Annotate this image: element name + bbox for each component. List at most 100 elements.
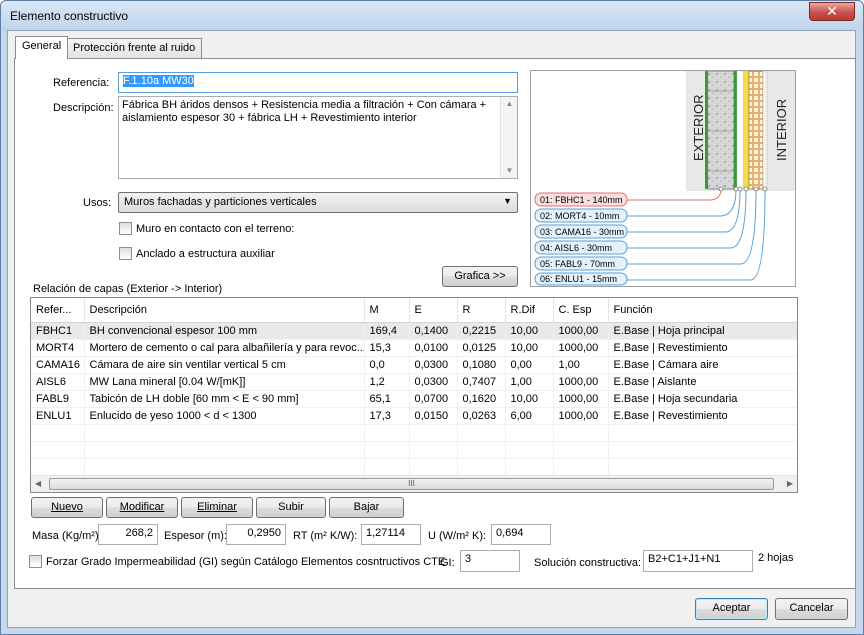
referencia-input[interactable]: F.1.10a MW30	[118, 72, 518, 93]
scroll-grip: III	[408, 479, 415, 488]
cell-funcion: E.Base | Aislante	[608, 373, 797, 391]
tab-general[interactable]: General	[15, 36, 69, 59]
cell-rdif: 6,00	[505, 407, 554, 425]
eliminar-button[interactable]: Eliminar	[181, 497, 253, 518]
descripcion-scrollbar[interactable]: ▲ ▼	[500, 97, 517, 178]
aceptar-button[interactable]: Aceptar	[695, 598, 768, 620]
cell-funcion: E.Base | Hoja secundaria	[608, 390, 797, 408]
table-row[interactable]: MORT4 Mortero de cemento o cal para albañ…	[31, 339, 797, 357]
col-header-e[interactable]: E	[409, 298, 458, 323]
cell-e: 0,0300	[409, 373, 458, 391]
referencia-value: F.1.10a MW30	[123, 75, 194, 87]
table-row[interactable]: ENLU1 Enlucido de yeso 1000 < d < 1300 17,…	[31, 407, 797, 425]
cell-cesp: 1000,00	[553, 339, 609, 357]
cell-r: 0,1080	[457, 356, 506, 374]
layer-enlu1	[762, 70, 768, 190]
col-header-m[interactable]: M	[364, 298, 410, 323]
modificar-button[interactable]: Modificar	[106, 497, 178, 518]
layer-label-6: 06: ENLU1 - 15mm	[540, 274, 617, 284]
forzar-gi-checkbox[interactable]	[29, 555, 42, 568]
scroll-down-icon[interactable]: ▼	[501, 164, 518, 178]
u-field[interactable]: 0,694	[491, 524, 551, 545]
cell-e: 0,0300	[409, 356, 458, 374]
cell-m: 65,1	[364, 390, 410, 408]
close-button[interactable]: ✕	[809, 2, 855, 21]
title-bar[interactable]: Elemento constructivo ✕	[1, 1, 863, 31]
table-row[interactable]: AISL6 MW Lana mineral [0.04 W/[mK]] 1,2 0,0…	[31, 373, 797, 391]
bajar-button[interactable]: Bajar	[329, 497, 404, 518]
col-header-cesp[interactable]: C. Esp	[553, 298, 609, 323]
cell-ref: AISL6	[31, 373, 85, 391]
rt-field[interactable]: 1,27114	[361, 524, 421, 545]
solucion-field[interactable]: B2+C1+J1+N1	[643, 550, 753, 572]
table-row[interactable]: CAMA16 Cámara de aire sin ventilar vertic…	[31, 356, 797, 374]
cell-descripcion: BH convencional espesor 100 mm	[84, 322, 365, 340]
usos-value: Muros fachadas y particiones verticales	[124, 196, 317, 208]
cell-e: 0,0100	[409, 339, 458, 357]
cell-funcion: E.Base | Cámara aire	[608, 356, 797, 374]
subir-button[interactable]: Subir	[256, 497, 326, 518]
scroll-left-icon[interactable]: ◀	[35, 479, 41, 488]
tab-proteccion-ruido[interactable]: Protección frente al ruido	[66, 38, 203, 58]
cell-descripcion: MW Lana mineral [0.04 W/[mK]]	[84, 373, 365, 391]
cell-rdif: 1,00	[505, 373, 554, 391]
usos-select[interactable]: Muros fachadas y particiones verticales …	[118, 192, 518, 213]
exterior-label: EXTERIOR	[691, 95, 706, 161]
cell-m: 169,4	[364, 322, 410, 340]
table-row[interactable]: FABL9 Tabicón de LH doble [60 mm < E < 90…	[31, 390, 797, 408]
descripcion-value: Fábrica BH áridos densos + Resistencia m…	[122, 99, 487, 124]
col-header-descripcion[interactable]: Descripción	[84, 298, 365, 323]
cell-funcion: E.Base | Revestimiento	[608, 339, 797, 357]
masa-field[interactable]: 268,2	[98, 524, 158, 545]
col-header-ref[interactable]: Refer...	[31, 298, 85, 323]
gi-label: GI:	[440, 557, 455, 569]
wall-section-diagram: EXTERIOR INTERIOR 01: FBHC1 - 140mm 02: …	[530, 70, 796, 287]
cell-m: 0,0	[364, 356, 410, 374]
table-row-empty	[31, 424, 797, 442]
terreno-checkbox[interactable]	[119, 222, 132, 235]
cell-r: 0,7407	[457, 373, 506, 391]
cell-ref: MORT4	[31, 339, 85, 357]
anclado-checkbox[interactable]	[119, 247, 132, 260]
anclado-label: Anclado a estructura auxiliar	[136, 248, 275, 260]
scrollbar-thumb[interactable]: III	[49, 478, 774, 490]
cell-cesp: 1000,00	[553, 407, 609, 425]
referencia-label: Referencia:	[53, 77, 110, 89]
hojas-label: 2 hojas	[758, 552, 794, 564]
forzar-gi-label: Forzar Grado Impermeabilidad (GI) según …	[46, 556, 446, 568]
espesor-label: Espesor (m):	[164, 530, 227, 542]
cell-descripcion: Cámara de aire sin ventilar vertical 5 c…	[84, 356, 365, 374]
cancelar-button[interactable]: Cancelar	[775, 598, 848, 620]
espesor-field[interactable]: 0,2950	[226, 524, 286, 545]
col-header-funcion[interactable]: Función	[608, 298, 797, 323]
scroll-right-icon[interactable]: ▶	[787, 479, 793, 488]
table-horizontal-scrollbar[interactable]: ◀ III ▶	[31, 475, 797, 492]
cell-e: 0,0150	[409, 407, 458, 425]
scroll-up-icon[interactable]: ▲	[501, 97, 518, 111]
cell-e: 0,1400	[409, 322, 458, 340]
terreno-label: Muro en contacto con el terreno:	[136, 223, 295, 235]
cell-cesp: 1000,00	[553, 373, 609, 391]
eliminar-label: Eliminar	[197, 501, 237, 513]
layers-table[interactable]: Refer... Descripción M E R R.Dif C. Esp …	[30, 297, 798, 493]
nuevo-label: Nuevo	[51, 501, 83, 513]
layer-label-1: 01: FBHC1 - 140mm	[540, 195, 623, 205]
gi-field[interactable]: 3	[460, 550, 520, 572]
wall-section-svg: EXTERIOR INTERIOR 01: FBHC1 - 140mm 02: …	[531, 70, 795, 286]
cell-descripcion: Tabicón de LH doble [60 mm < E < 90 mm]	[84, 390, 365, 408]
col-header-r[interactable]: R	[457, 298, 506, 323]
layer-label-4: 04: AISL6 - 30mm	[540, 243, 612, 253]
nuevo-button[interactable]: Nuevo	[31, 497, 103, 518]
usos-label: Usos:	[83, 197, 112, 209]
cell-ref: FBHC1	[31, 322, 85, 340]
cell-rdif: 10,00	[505, 322, 554, 340]
col-header-rdif[interactable]: R.Dif	[505, 298, 554, 323]
grafica-button[interactable]: Grafica >>	[442, 266, 518, 287]
descripcion-textarea[interactable]: Fábrica BH áridos densos + Resistencia m…	[118, 96, 518, 179]
cell-funcion: E.Base | Hoja principal	[608, 322, 797, 340]
cell-ref: CAMA16	[31, 356, 85, 374]
solucion-label: Solución constructiva:	[534, 557, 641, 569]
cell-rdif: 10,00	[505, 390, 554, 408]
chevron-down-icon: ▼	[503, 196, 512, 206]
table-row[interactable]: FBHC1 BH convencional espesor 100 mm 169,4…	[31, 322, 797, 340]
